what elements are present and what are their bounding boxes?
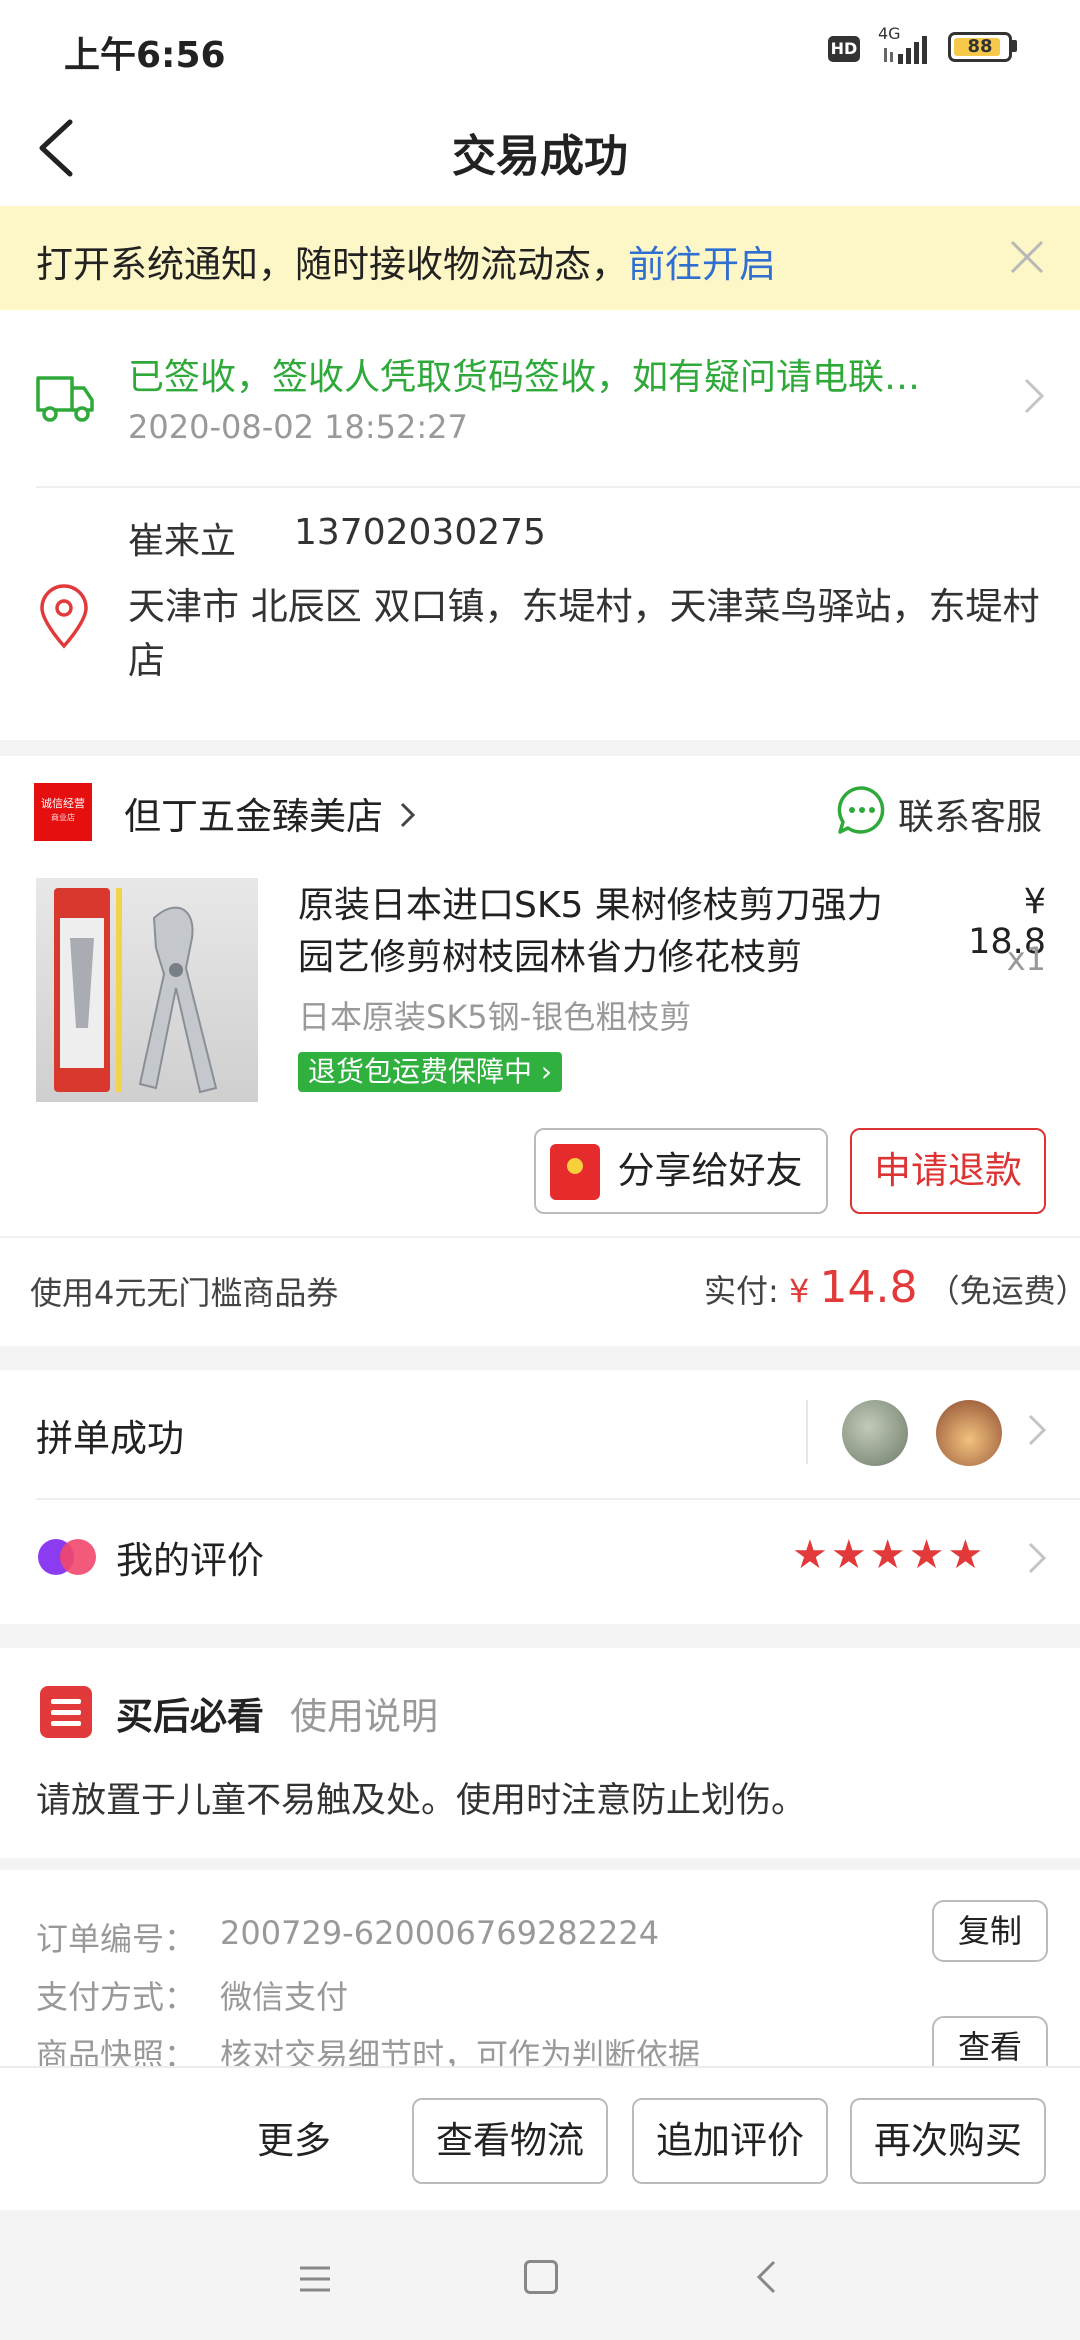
recent-apps-icon[interactable] xyxy=(298,2264,332,2294)
buy-again-button[interactable]: 再次购买 xyxy=(850,2098,1046,2184)
enable-notifications-link[interactable]: 前往开启 xyxy=(628,243,776,286)
paid-currency: ¥ xyxy=(788,1272,810,1310)
share-button-label: 分享给好友 xyxy=(617,1149,803,1192)
page-title: 交易成功 xyxy=(452,131,628,182)
payment-method-label: 支付方式： xyxy=(36,1978,197,2016)
notes-subtitle: 使用说明 xyxy=(290,1695,438,1738)
notes-list-icon xyxy=(40,1686,92,1738)
logistics-status: 已签收，签收人凭取货码签收，如有疑问请电联… xyxy=(128,357,921,398)
product-quantity: x1 xyxy=(1006,940,1046,978)
battery-icon: 88 xyxy=(948,32,1012,62)
contact-service-button[interactable]: 联系客服 xyxy=(898,788,1042,840)
payment-method: 微信支付 xyxy=(220,1978,349,2016)
coupon-info: 使用4元无门槛商品券 xyxy=(30,1274,339,1312)
after-purchase-notes: 买后必看 使用说明 请放置于儿童不易触及处。使用时注意防止划伤。 xyxy=(0,1648,1080,1858)
bottom-action-bar: 更多 查看物流 追加评价 再次购买 xyxy=(0,2066,1080,2212)
notification-message: 打开系统通知，随时接收物流动态， xyxy=(36,243,628,286)
shipping-note: （免运费） xyxy=(927,1272,1080,1310)
notification-text: 打开系统通知，随时接收物流动态，前往开启 xyxy=(36,234,776,288)
system-navigation-bar xyxy=(0,2210,1080,2340)
store-logo-text: 诚信经营 xyxy=(41,797,85,810)
back-icon[interactable] xyxy=(754,2258,778,2296)
view-snapshot-button[interactable]: 查看 xyxy=(932,2016,1048,2066)
review-circles-icon xyxy=(38,1539,96,1575)
notes-title: 买后必看 xyxy=(116,1695,264,1738)
pruning-shears-image xyxy=(54,888,218,1094)
shipping-address: 天津市 北辰区 双口镇，东堤村，天津菜鸟驿站，东堤村店 xyxy=(128,585,1040,682)
location-pin-icon xyxy=(40,584,88,649)
status-time: 上午6:56 xyxy=(64,35,226,76)
store-logo-subtext: 商业店 xyxy=(51,813,75,822)
group-review-card: 拼单成功 我的评价 ★★★★★ xyxy=(0,1370,1080,1624)
battery-percent: 88 xyxy=(967,36,993,57)
order-card: 诚信经营 商业店 但丁五金臻美店 联系客服 原装日本进口SK5 果树修枝剪刀强力… xyxy=(0,756,1080,1346)
divider xyxy=(806,1400,808,1464)
paid-label: 实付: xyxy=(704,1272,779,1310)
paid-amount: 14.8 xyxy=(819,1262,918,1313)
star-rating: ★★★★★ xyxy=(792,1532,987,1578)
request-refund-button[interactable]: 申请退款 xyxy=(850,1128,1046,1214)
home-icon[interactable] xyxy=(524,2260,558,2294)
chevron-right-icon xyxy=(1024,378,1045,414)
nav-bar: 交易成功 xyxy=(0,90,1080,206)
store-logo: 诚信经营 商业店 xyxy=(34,783,92,841)
divider xyxy=(0,1236,1080,1238)
product-image[interactable] xyxy=(36,878,258,1102)
avatar[interactable] xyxy=(936,1400,1002,1466)
chat-bubble-icon[interactable] xyxy=(836,784,888,836)
more-button[interactable]: 更多 xyxy=(214,2110,374,2164)
snapshot-label: 商品快照： xyxy=(36,2036,197,2066)
product-title[interactable]: 原装日本进口SK5 果树修枝剪刀强力园艺修剪树枝园林省力修花枝剪 xyxy=(298,880,908,984)
order-number-label: 订单编号： xyxy=(36,1920,197,1958)
recipient-name: 崔来立 xyxy=(128,521,237,562)
logistics-time: 2020-08-02 18:52:27 xyxy=(128,408,468,446)
notification-banner: 打开系统通知，随时接收物流动态，前往开启 xyxy=(0,206,1080,310)
divider xyxy=(36,486,1080,488)
order-number: 200729-620006769282224 xyxy=(220,1914,660,1952)
group-buy-status[interactable]: 拼单成功 xyxy=(36,1408,184,1462)
notes-text: 请放置于儿童不易触及处。使用时注意防止划伤。 xyxy=(36,1781,807,1821)
close-icon[interactable] xyxy=(1004,234,1050,280)
paid-amount-row: 实付: ¥ 14.8 （免运费） xyxy=(704,1262,1080,1313)
status-bar: 上午6:56 HD 4G 88 xyxy=(0,0,1080,90)
copy-order-number-button[interactable]: 复制 xyxy=(932,1900,1048,1962)
battery-tip xyxy=(1012,40,1017,52)
signal-icon xyxy=(884,36,927,64)
avatar[interactable] xyxy=(842,1400,908,1466)
hd-icon: HD xyxy=(828,36,860,62)
chevron-right-icon[interactable] xyxy=(398,798,418,832)
chevron-right-icon[interactable] xyxy=(1026,1410,1048,1450)
return-shipping-guarantee-badge[interactable]: 退货包运费保障中 › xyxy=(298,1052,563,1092)
logistics-section[interactable]: 已签收，签收人凭取货码签收，如有疑问请电联… 2020-08-02 18:52:… xyxy=(0,310,1080,740)
red-envelope-icon xyxy=(550,1144,600,1200)
chevron-right-icon[interactable] xyxy=(1026,1538,1048,1578)
truck-icon xyxy=(36,376,94,422)
order-info-card: 订单编号： 200729-620006769282224 复制 支付方式： 微信… xyxy=(0,1870,1080,2066)
share-to-friends-button[interactable]: 分享给好友 xyxy=(534,1128,828,1214)
store-name[interactable]: 但丁五金臻美店 xyxy=(124,786,383,840)
view-logistics-button[interactable]: 查看物流 xyxy=(412,2098,608,2184)
divider xyxy=(36,1498,1080,1500)
my-review-label[interactable]: 我的评价 xyxy=(116,1530,264,1584)
product-spec: 日本原装SK5钢-银色粗枝剪 xyxy=(298,998,692,1036)
recipient-phone: 13702030275 xyxy=(294,512,546,553)
snapshot-description: 核对交易细节时，可作为判断依据 xyxy=(220,2036,701,2066)
add-review-button[interactable]: 追加评价 xyxy=(632,2098,828,2184)
